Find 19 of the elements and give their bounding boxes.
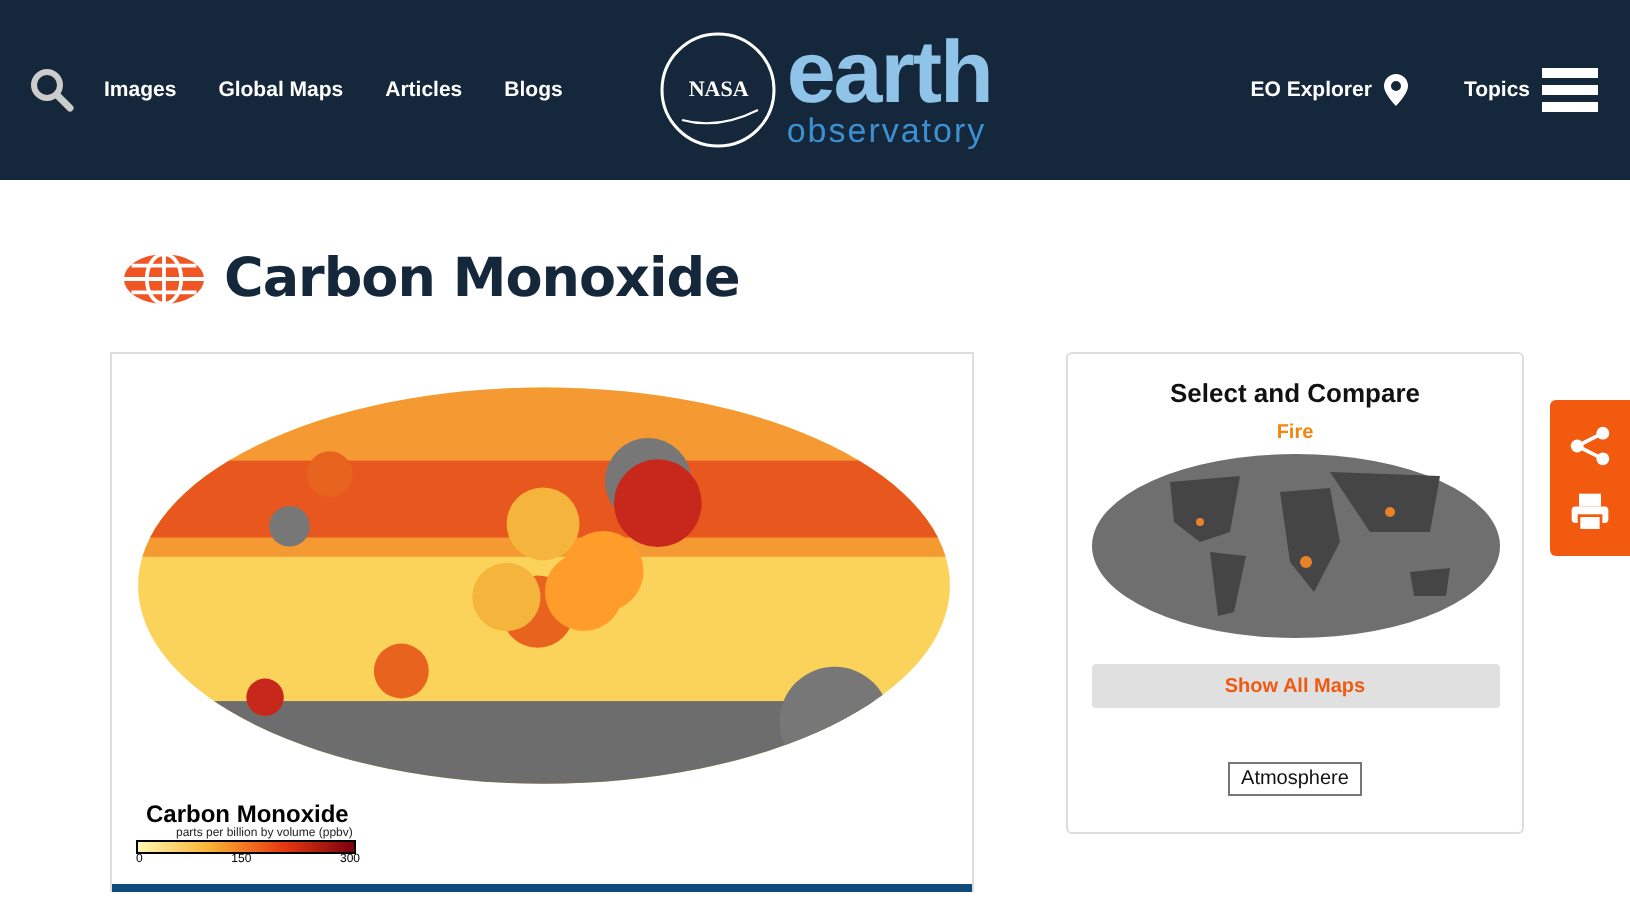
- search-icon[interactable]: [28, 66, 76, 114]
- logo-wordmark[interactable]: earth: [786, 33, 992, 113]
- nav-link[interactable]: Articles: [385, 78, 463, 102]
- map-pin-icon: [1383, 74, 1408, 106]
- agency-logo[interactable]: NASA: [658, 30, 779, 150]
- nav-link[interactable]: Global Maps: [218, 78, 344, 102]
- header-link[interactable]: Topics: [1463, 68, 1598, 112]
- nav-link[interactable]: Images: [104, 78, 177, 102]
- print-icon[interactable]: [1568, 489, 1612, 533]
- card-title: Select and Compare: [1170, 378, 1420, 408]
- header-link[interactable]: EO Explorer: [1250, 74, 1408, 106]
- logo-subtitle[interactable]: observatory: [786, 113, 992, 147]
- globe-icon: [122, 251, 206, 305]
- share-icon[interactable]: [1568, 423, 1612, 467]
- category-tag[interactable]: Atmosphere: [1227, 762, 1363, 796]
- page-title: Carbon Monoxide: [224, 247, 740, 309]
- legend-title: Carbon Monoxide: [146, 799, 349, 828]
- nav-link[interactable]: Blogs: [504, 78, 563, 102]
- menu-icon: [1542, 68, 1598, 112]
